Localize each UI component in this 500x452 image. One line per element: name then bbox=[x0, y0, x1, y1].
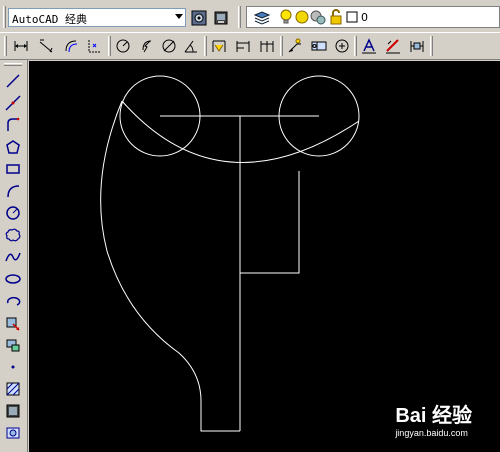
polygon-icon[interactable] bbox=[4, 138, 22, 156]
toolbar-separator bbox=[354, 36, 357, 56]
dimension-edit-icon[interactable] bbox=[360, 37, 378, 55]
hatch-icon[interactable] bbox=[4, 380, 22, 398]
toolbar-separator bbox=[204, 36, 207, 56]
dimension-toolbar bbox=[0, 32, 500, 60]
toolbar-grip[interactable] bbox=[238, 6, 241, 28]
arc-length-icon[interactable] bbox=[62, 37, 80, 55]
circle-icon[interactable] bbox=[4, 204, 22, 222]
chevron-down-icon[interactable] bbox=[175, 14, 183, 19]
angular-dimension-icon[interactable] bbox=[182, 37, 200, 55]
workspace-value: AutoCAD 经典 bbox=[12, 13, 87, 26]
continue-dimension-icon[interactable] bbox=[258, 37, 276, 55]
toolbar-grip[interactable] bbox=[4, 36, 7, 56]
baseline-dimension-icon[interactable] bbox=[234, 37, 252, 55]
toolbar-separator bbox=[280, 36, 283, 56]
watermark-url: jingyan.baidu.com bbox=[395, 428, 468, 438]
spline-icon[interactable] bbox=[4, 248, 22, 266]
make-block-icon[interactable] bbox=[4, 336, 22, 354]
color-square-icon bbox=[343, 8, 361, 26]
radius-dimension-icon[interactable] bbox=[114, 37, 132, 55]
arc-icon[interactable] bbox=[4, 182, 22, 200]
left-outline-curve bbox=[100, 100, 240, 432]
dimension-text-edit-icon[interactable] bbox=[384, 37, 402, 55]
insert-block-icon[interactable] bbox=[4, 314, 22, 332]
center-mark-icon[interactable] bbox=[333, 37, 351, 55]
toolbar-separator bbox=[430, 36, 433, 56]
quick-leader-icon[interactable] bbox=[286, 37, 304, 55]
toolbar-grip[interactable] bbox=[3, 6, 6, 28]
dimension-update-icon[interactable] bbox=[408, 37, 426, 55]
construction-line-icon[interactable] bbox=[4, 94, 22, 112]
point-icon[interactable] bbox=[4, 358, 22, 376]
gradient-icon[interactable] bbox=[4, 402, 22, 420]
aligned-dimension-icon[interactable] bbox=[37, 37, 55, 55]
toolbar-separator bbox=[108, 36, 111, 56]
layer-name: 0 bbox=[361, 11, 368, 24]
jogged-icon[interactable] bbox=[138, 37, 156, 55]
quick-dimension-icon[interactable] bbox=[210, 37, 228, 55]
drawing-canvas[interactable]: Bai 经验 jingyan.baidu.com bbox=[29, 61, 500, 452]
line-tool-icon[interactable] bbox=[4, 72, 22, 90]
layer-control[interactable]: 0 bbox=[246, 6, 500, 28]
workspace-settings-icon[interactable] bbox=[190, 9, 208, 27]
my-workspace-icon[interactable] bbox=[212, 9, 230, 27]
toolbar-grip[interactable] bbox=[4, 63, 22, 66]
workspaces-toolbar: AutoCAD 经典 0 bbox=[0, 0, 500, 32]
viewport-freeze-icon[interactable] bbox=[309, 8, 327, 26]
tolerance-icon[interactable] bbox=[310, 37, 328, 55]
drawing bbox=[100, 75, 360, 432]
linear-dimension-icon[interactable] bbox=[12, 37, 30, 55]
diameter-dimension-icon[interactable] bbox=[160, 37, 178, 55]
ellipse-icon[interactable] bbox=[4, 270, 22, 288]
draw-toolbar bbox=[0, 60, 28, 452]
ellipse-arc-icon[interactable] bbox=[4, 292, 22, 310]
layer-properties-icon[interactable] bbox=[253, 8, 271, 26]
ordinate-dimension-icon[interactable] bbox=[86, 37, 104, 55]
watermark-brand: Bai 经验 bbox=[395, 405, 472, 427]
rectangle-icon[interactable] bbox=[4, 160, 22, 178]
revision-cloud-icon[interactable] bbox=[4, 226, 22, 244]
polyline-icon[interactable] bbox=[4, 116, 22, 134]
workspace-dropdown[interactable]: AutoCAD 经典 bbox=[8, 8, 186, 27]
right-bracket bbox=[240, 171, 300, 274]
region-icon[interactable] bbox=[4, 424, 22, 442]
watermark: Bai 经验 jingyan.baidu.com bbox=[395, 399, 472, 438]
